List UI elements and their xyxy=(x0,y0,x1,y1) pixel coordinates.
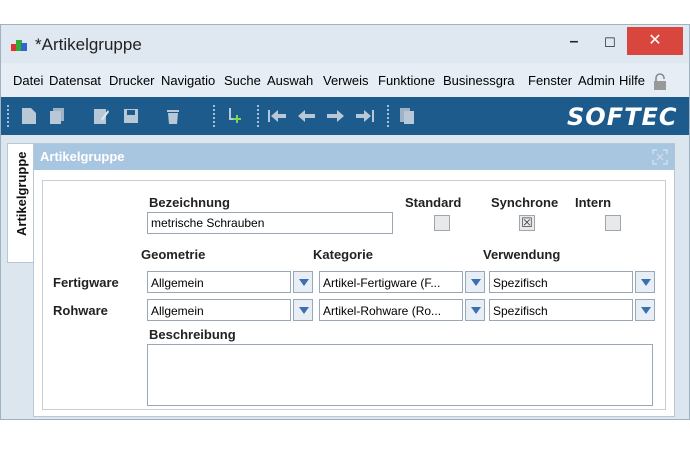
toolbar-separator xyxy=(7,105,9,127)
standard-label: Standard xyxy=(405,195,462,210)
menu-suche[interactable]: Suche xyxy=(224,73,264,88)
edit-document-icon[interactable] xyxy=(93,107,109,125)
rohware-kategorie-select[interactable]: Artikel-Rohware (Ro... xyxy=(319,299,485,321)
menu-admin[interactable]: Admin xyxy=(578,73,618,88)
chevron-down-icon[interactable] xyxy=(635,299,655,321)
toolbar-separator xyxy=(387,105,389,127)
artikelgruppe-panel: Artikelgruppe Bezeichnung metrische Schr… xyxy=(33,143,675,417)
intern-label: Intern xyxy=(575,195,612,210)
minimize-button[interactable]: – xyxy=(561,31,587,55)
fertigware-geometrie-value: Allgemein xyxy=(147,271,291,293)
toolbar: SOFTEC xyxy=(1,97,689,135)
title-bar: *Artikelgruppe – ☐ ✕ xyxy=(1,25,689,63)
chevron-down-icon[interactable] xyxy=(465,271,485,293)
menu-businessgrafik[interactable]: Businessgra xyxy=(443,73,523,88)
verwendung-label: Verwendung xyxy=(483,247,561,262)
synchrone-checkbox[interactable]: ☒ xyxy=(519,215,535,231)
app-icon xyxy=(11,40,27,51)
insert-record-icon[interactable] xyxy=(227,107,243,125)
rohware-verwendung-value: Spezifisch xyxy=(489,299,633,321)
application-window: *Artikelgruppe – ☐ ✕ Datei Datensat Druc… xyxy=(0,24,690,420)
fertigware-verwendung-select[interactable]: Spezifisch xyxy=(489,271,655,293)
rohware-geometrie-select[interactable]: Allgemein xyxy=(147,299,313,321)
fertigware-label: Fertigware xyxy=(53,275,119,290)
menu-bar: Datei Datensat Drucker Navigatio Suche A… xyxy=(1,63,689,97)
menu-fenster[interactable]: Fenster xyxy=(528,73,574,88)
panel-header: Artikelgruppe xyxy=(34,144,674,170)
last-record-icon[interactable] xyxy=(355,107,375,125)
beschreibung-textarea[interactable] xyxy=(147,344,653,406)
previous-record-icon[interactable] xyxy=(297,107,317,125)
next-record-icon[interactable] xyxy=(325,107,345,125)
toolbar-separator xyxy=(213,105,215,127)
save-icon[interactable] xyxy=(123,107,139,125)
fertigware-geometrie-select[interactable]: Allgemein xyxy=(147,271,313,293)
chevron-down-icon[interactable] xyxy=(293,271,313,293)
menu-hilfe[interactable]: Hilfe xyxy=(619,73,649,88)
rohware-label: Rohware xyxy=(53,303,108,318)
expand-icon[interactable] xyxy=(652,149,668,165)
first-record-icon[interactable] xyxy=(267,107,287,125)
standard-checkbox[interactable] xyxy=(434,215,450,231)
fertigware-kategorie-value: Artikel-Fertigware (F... xyxy=(319,271,463,293)
delete-icon[interactable] xyxy=(165,107,181,125)
menu-auswahl[interactable]: Auswah xyxy=(267,73,319,88)
menu-verweis[interactable]: Verweis xyxy=(323,73,375,88)
intern-checkbox[interactable] xyxy=(605,215,621,231)
new-document-icon[interactable] xyxy=(21,107,37,125)
menu-funktionen[interactable]: Funktione xyxy=(378,73,438,88)
fertigware-verwendung-value: Spezifisch xyxy=(489,271,633,293)
beschreibung-label: Beschreibung xyxy=(149,327,236,342)
synchrone-label: Synchrone xyxy=(491,195,559,210)
tab-artikelgruppe-label: Artikelgruppe xyxy=(14,151,29,236)
menu-drucker[interactable]: Drucker xyxy=(109,73,159,88)
copy-document-icon[interactable] xyxy=(49,107,65,125)
chevron-down-icon[interactable] xyxy=(465,299,485,321)
close-button[interactable]: ✕ xyxy=(627,27,683,55)
rohware-geometrie-value: Allgemein xyxy=(147,299,291,321)
chevron-down-icon[interactable] xyxy=(635,271,655,293)
maximize-button[interactable]: ☐ xyxy=(597,31,623,55)
fertigware-kategorie-select[interactable]: Artikel-Fertigware (F... xyxy=(319,271,485,293)
panel-title: Artikelgruppe xyxy=(40,149,125,164)
kategorie-label: Kategorie xyxy=(313,247,373,262)
record-list-icon[interactable] xyxy=(399,107,415,125)
menu-datensatz[interactable]: Datensat xyxy=(49,73,105,88)
window-title: *Artikelgruppe xyxy=(35,35,142,54)
artikelgruppe-form: Bezeichnung metrische Schrauben Standard… xyxy=(42,180,666,410)
menu-datei[interactable]: Datei xyxy=(13,73,47,88)
toolbar-separator xyxy=(257,105,259,127)
bezeichnung-label: Bezeichnung xyxy=(149,195,230,210)
geometrie-label: Geometrie xyxy=(141,247,206,262)
background-strip xyxy=(0,420,690,450)
lock-icon[interactable] xyxy=(653,73,667,91)
softec-logo: SOFTEC xyxy=(567,103,678,131)
rohware-verwendung-select[interactable]: Spezifisch xyxy=(489,299,655,321)
bezeichnung-input[interactable]: metrische Schrauben xyxy=(147,212,393,234)
chevron-down-icon[interactable] xyxy=(293,299,313,321)
menu-navigation[interactable]: Navigatio xyxy=(161,73,219,88)
rohware-kategorie-value: Artikel-Rohware (Ro... xyxy=(319,299,463,321)
